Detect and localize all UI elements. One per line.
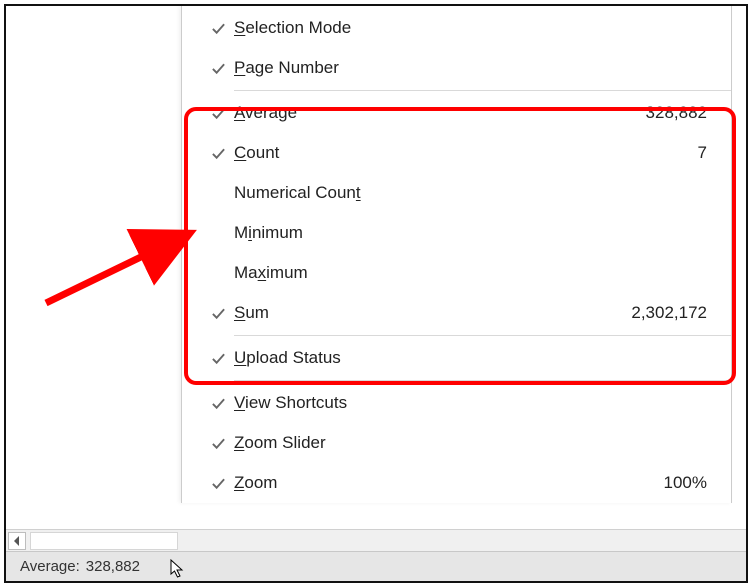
menu-item-count[interactable]: Count 7 — [182, 133, 731, 173]
menu-item-maximum[interactable]: Maximum — [182, 253, 731, 293]
menu-item-value: 2,302,172 — [631, 303, 711, 323]
menu-item-label: Page Number — [234, 58, 339, 78]
window-frame: Average: 328,882 Selection Mode Page Numb… — [4, 4, 748, 583]
check-column — [202, 306, 234, 321]
menu-item-sum[interactable]: Sum 2,302,172 — [182, 293, 731, 333]
check-icon — [211, 61, 226, 76]
check-icon — [211, 351, 226, 366]
menu-item-view-shortcuts[interactable]: View Shortcuts — [182, 383, 731, 423]
menu-item-label: Average — [234, 103, 297, 123]
menu-item-label: Zoom Slider — [234, 433, 326, 453]
menu-item-label: Numerical Count — [234, 183, 361, 203]
menu-item-selection-mode[interactable]: Selection Mode — [182, 8, 731, 48]
annotation-arrow — [38, 221, 198, 311]
menu-item-label: Count — [234, 143, 279, 163]
menu-item-numerical-count[interactable]: Numerical Count — [182, 173, 731, 213]
menu-item-upload-status[interactable]: Upload Status — [182, 338, 731, 378]
menu-item-zoom-slider[interactable]: Zoom Slider — [182, 423, 731, 463]
status-bar: Average: 328,882 — [6, 551, 746, 581]
status-average-label: Average: — [6, 558, 80, 575]
check-column — [202, 476, 234, 491]
menu-item-label: Zoom — [234, 473, 277, 493]
status-average-value: 328,882 — [80, 558, 140, 575]
menu-separator — [234, 90, 731, 91]
menu-item-label: Upload Status — [234, 348, 341, 368]
check-icon — [211, 21, 226, 36]
check-column — [202, 351, 234, 366]
menu-item-average[interactable]: Average 328,882 — [182, 93, 731, 133]
check-column — [202, 396, 234, 411]
check-column — [202, 21, 234, 36]
menu-item-label: Sum — [234, 303, 269, 323]
menu-item-label: Minimum — [234, 223, 303, 243]
menu-item-label: Selection Mode — [234, 18, 351, 38]
check-column — [202, 146, 234, 161]
menu-item-value: 100% — [664, 473, 711, 493]
menu-separator — [234, 335, 731, 336]
check-icon — [211, 436, 226, 451]
menu-item-label: Maximum — [234, 263, 308, 283]
check-column — [202, 61, 234, 76]
menu-item-minimum[interactable]: Minimum — [182, 213, 731, 253]
menu-item-page-number[interactable]: Page Number — [182, 48, 731, 88]
check-icon — [211, 106, 226, 121]
menu-item-label: View Shortcuts — [234, 393, 347, 413]
menu-separator — [234, 380, 731, 381]
menu-item-value: 7 — [698, 143, 711, 163]
check-icon — [211, 476, 226, 491]
check-column — [202, 106, 234, 121]
scroll-left-button[interactable] — [8, 532, 26, 550]
scroll-track[interactable] — [30, 532, 178, 550]
status-bar-context-menu: Selection Mode Page Number Average 328,882 C… — [181, 6, 732, 503]
check-icon — [211, 396, 226, 411]
check-icon — [211, 306, 226, 321]
menu-item-value: 328,882 — [646, 103, 711, 123]
menu-item-zoom[interactable]: Zoom 100% — [182, 463, 731, 503]
chevron-left-icon — [13, 536, 21, 546]
horizontal-scroll-area — [6, 529, 746, 551]
check-icon — [211, 146, 226, 161]
check-column — [202, 436, 234, 451]
